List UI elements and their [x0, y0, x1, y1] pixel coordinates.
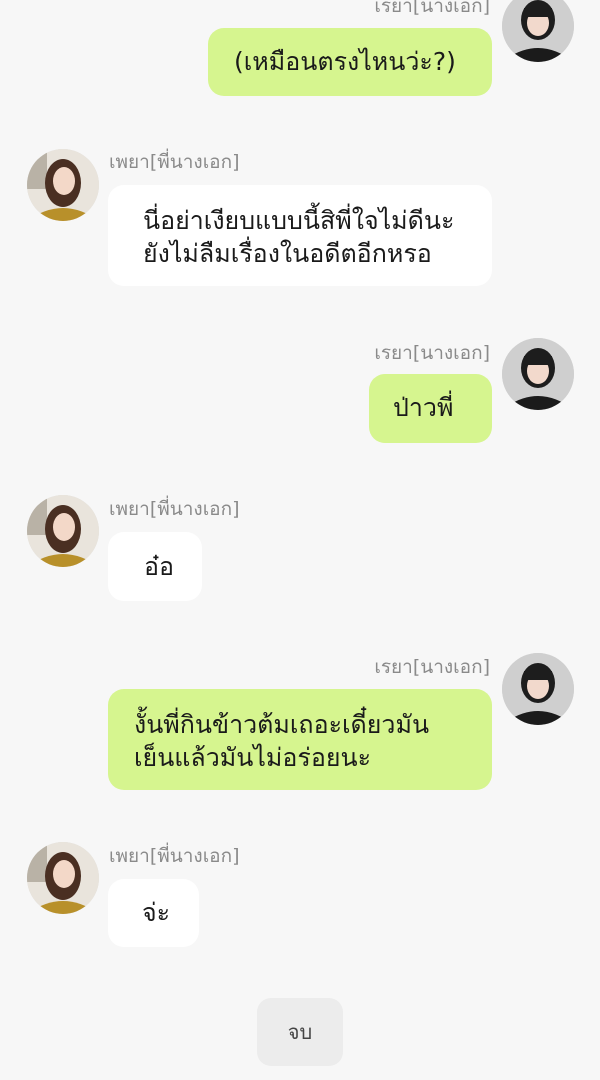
- message-bubble: จ่ะ: [108, 879, 199, 947]
- sender-name: เพยา[พี่นางเอก]: [109, 151, 240, 173]
- avatar-phaya[interactable]: [27, 842, 99, 914]
- message-bubble: นี่อย่าเงียบแบบนี้สิพี่ใจไม่ดีนะ ยังไม่ล…: [108, 185, 492, 286]
- sender-name: เรยา[นางเอก]: [374, 656, 490, 678]
- message-bubble: งั้นพี่กินข้าวต้มเถอะเดี๋ยวมัน เย็นแล้วม…: [108, 689, 492, 790]
- avatar-reya[interactable]: [502, 0, 574, 62]
- avatar-reya[interactable]: [502, 338, 574, 410]
- chat-thread: เรยา[นางเอก] (เหมือนตรงไหนว่ะ?) เพยา[พี่…: [0, 0, 600, 1080]
- avatar-phaya[interactable]: [27, 495, 99, 567]
- avatar-reya[interactable]: [502, 653, 574, 725]
- message-bubble: (เหมือนตรงไหนว่ะ?): [208, 28, 492, 96]
- sender-name: เพยา[พี่นางเอก]: [109, 845, 240, 867]
- sender-name: เรยา[นางเอก]: [374, 342, 490, 364]
- message-bubble: ป่าวพี่: [369, 374, 492, 443]
- message-bubble: อ๋อ: [108, 532, 202, 601]
- end-button[interactable]: จบ: [257, 998, 343, 1066]
- sender-name: เพยา[พี่นางเอก]: [109, 498, 240, 520]
- avatar-phaya[interactable]: [27, 149, 99, 221]
- sender-name: เรยา[นางเอก]: [374, 0, 490, 17]
